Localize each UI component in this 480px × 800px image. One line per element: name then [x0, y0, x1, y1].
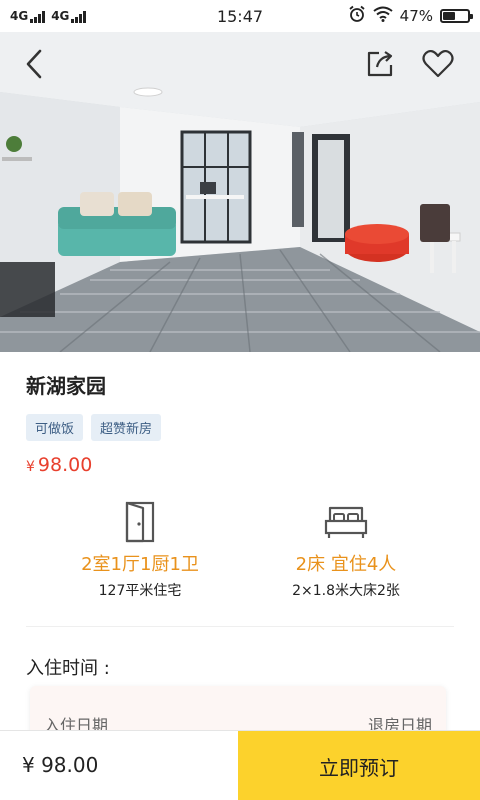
room-photo — [0, 32, 480, 352]
price-currency: ¥ — [26, 459, 35, 475]
rooms-area: 127平米住宅 — [98, 583, 182, 599]
tag-new-house: 超赞新房 — [91, 414, 162, 441]
heart-icon — [422, 49, 454, 78]
price-value: 98.00 — [37, 454, 93, 476]
share-button[interactable] — [360, 44, 400, 84]
status-right: 47% — [348, 5, 473, 27]
battery-icon — [440, 9, 473, 23]
checkin-section-title: 入住时间 : — [26, 658, 110, 679]
listing-tags: 可做饭 超赞新房 — [26, 414, 162, 441]
alarm-icon — [348, 5, 366, 27]
rooms-summary: 2室1厅1厨1卫 — [81, 554, 199, 575]
status-bar: 4G 4G 15:47 47% — [0, 0, 480, 32]
beds-summary: 2床 宜住4人 — [295, 554, 397, 575]
back-button[interactable] — [14, 44, 54, 84]
status-time: 15:47 — [216, 6, 264, 26]
signal-icon — [71, 11, 87, 23]
signal-icon — [30, 11, 46, 23]
battery-fill — [443, 12, 456, 20]
door-icon — [125, 501, 155, 543]
listing-title: 新湖家园 — [26, 374, 106, 398]
share-icon — [367, 51, 393, 77]
chevron-left-icon — [26, 49, 42, 79]
network-signal-1: 4G — [10, 9, 46, 23]
bottom-price: ¥ 98.00 — [22, 753, 99, 777]
wifi-icon — [373, 6, 393, 26]
tag-cooking: 可做饭 — [26, 414, 84, 441]
favorite-button[interactable] — [418, 44, 458, 84]
bed-icon — [324, 506, 368, 538]
bottom-action-bar: ¥ 98.00 立即预订 — [0, 730, 480, 800]
network-signal-2: 4G — [51, 9, 87, 23]
network-type-1: 4G — [10, 9, 29, 23]
room-features: 2室1厅1厨1卫 127平米住宅 2床 宜住4人 2×1.8米大床2张 — [0, 500, 480, 610]
network-type-2: 4G — [51, 9, 70, 23]
network-indicators: 4G 4G — [10, 9, 87, 23]
beds-detail: 2×1.8米大床2张 — [292, 583, 400, 599]
book-now-button[interactable]: 立即预订 — [238, 731, 480, 800]
listing-photo[interactable] — [0, 32, 480, 352]
feature-rooms: 2室1厅1厨1卫 127平米住宅 — [40, 500, 240, 600]
feature-beds: 2床 宜住4人 2×1.8米大床2张 — [246, 500, 446, 600]
section-divider — [26, 626, 454, 627]
battery-percent: 47% — [399, 7, 433, 25]
listing-price: ¥98.00 — [26, 454, 92, 476]
